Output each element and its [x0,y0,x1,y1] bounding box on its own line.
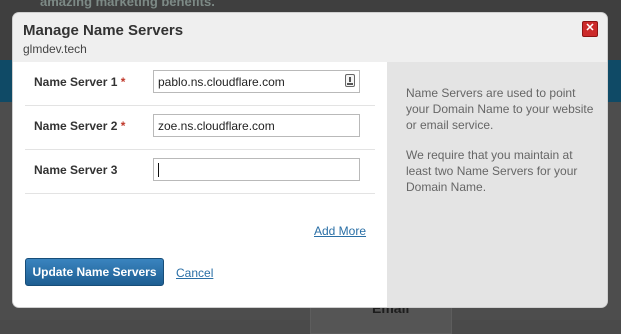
name-server-3-label: Name Server 3 [34,163,117,177]
name-server-row-3: Name Server 3 [25,150,375,194]
background-teaser-text: amazing marketing benefits. [40,0,215,9]
name-server-1-input[interactable] [153,70,360,93]
name-server-3-input[interactable] [153,158,360,181]
name-server-1-label-text: Name Server 1 [34,75,118,89]
name-server-2-label: Name Server 2 * [34,119,125,133]
name-server-1-label: Name Server 1 * [34,75,125,89]
add-more-link[interactable]: Add More [314,224,366,238]
required-marker: * [120,75,126,89]
modal-title: Manage Name Servers [23,22,184,39]
modal-domain: glmdev.tech [23,42,87,56]
close-icon[interactable]: ✕ [582,21,598,37]
info-paragraph-1: Name Servers are used to point your Doma… [406,86,594,132]
name-server-2-input[interactable] [153,114,360,137]
info-paragraph-2: We require that you maintain at least tw… [406,148,578,194]
autofill-icon[interactable] [345,74,355,87]
name-server-row-1: Name Server 1 * [25,62,375,106]
info-panel: Name Servers are used to point your Doma… [387,62,607,307]
manage-name-servers-modal: Manage Name Servers glmdev.tech ✕ Name S… [13,13,607,307]
modal-header: Manage Name Servers glmdev.tech ✕ [13,13,607,62]
text-caret [158,162,159,177]
cancel-link[interactable]: Cancel [176,266,213,280]
update-name-servers-button[interactable]: Update Name Servers [25,258,164,286]
name-server-3-label-text: Name Server 3 [34,163,118,177]
name-server-form: Name Server 1 * Name Server 2 * Name Ser… [13,62,387,307]
name-server-2-label-text: Name Server 2 [34,119,118,133]
name-server-row-2: Name Server 2 * [25,106,375,150]
required-marker: * [120,119,126,133]
